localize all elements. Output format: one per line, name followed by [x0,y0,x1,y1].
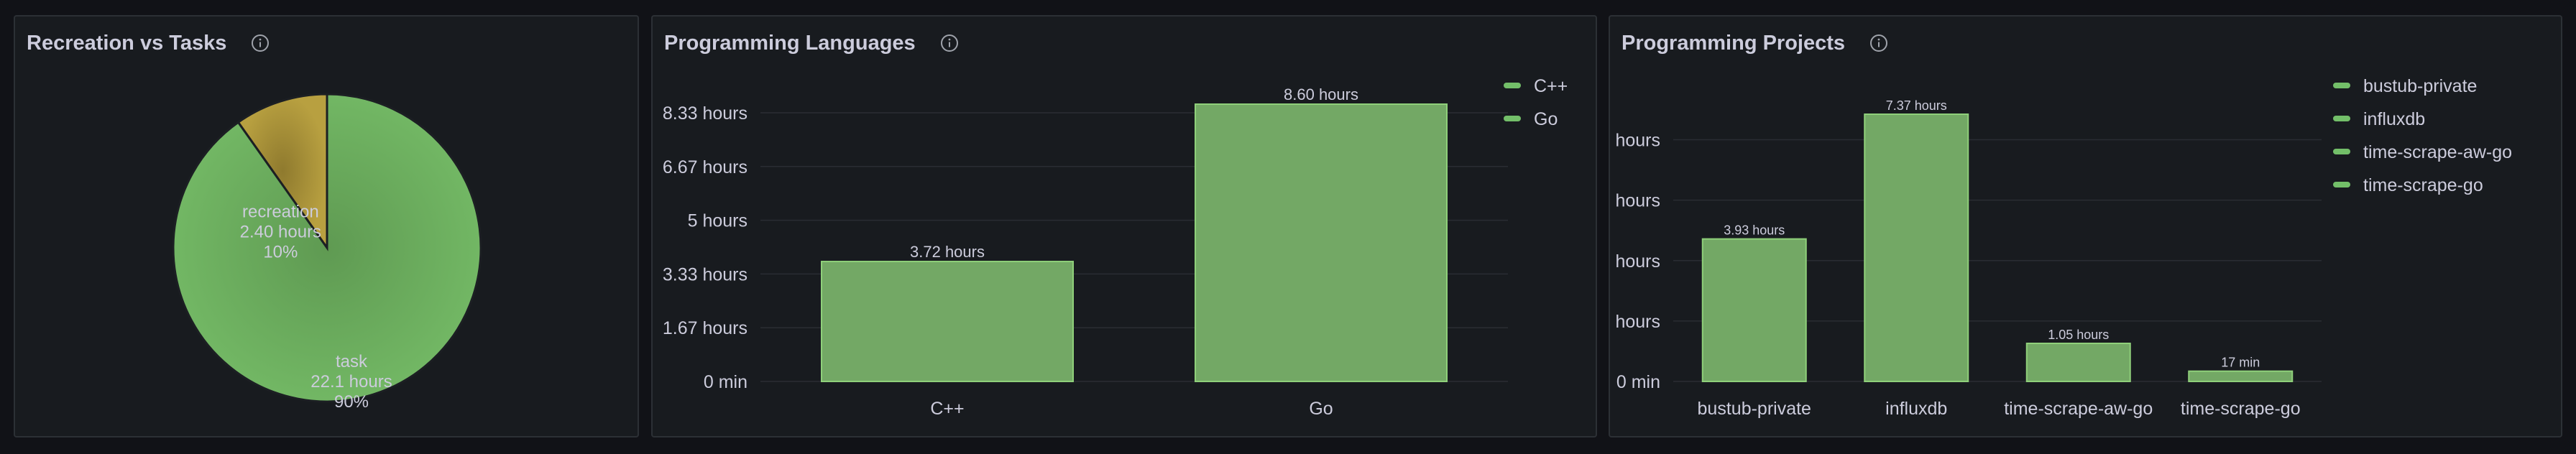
legend-swatch [2333,149,2350,154]
x-tick-label: bustub-private [1698,399,1811,419]
languages-bar-chart: 0 min 1.67 hours 3.33 hours 5 hours 6.67 hou… [663,76,1568,419]
legend-swatch [2333,116,2350,121]
legend-item-influxdb: influxdb [2363,109,2425,129]
legend-swatch [2333,83,2350,88]
legend-item-time-scrape-aw-go: time-scrape-aw-go [2363,142,2512,162]
bar-value-label: 8.60 hours [1284,85,1358,103]
bar-Go[interactable] [1195,103,1448,382]
y-tick-label: 1.67 hours [1610,312,1660,332]
pie-label-task: 22.1 hours [310,372,392,392]
legend-item-bustub-private: bustub-private [2363,76,2477,96]
projects-bar-chart: 0 min 1.67 hours 3.33 hours 5 hours 6.67 hou… [1610,76,2512,419]
pie-label-task: task [336,352,368,371]
bar-value-label: 17 min [2221,356,2260,370]
y-tick-label: 3.33 hours [1610,251,1660,272]
x-tick-label: time-scrape-go [2181,399,2301,419]
pie-slice-task[interactable] [172,93,482,403]
legend-swatch [1504,83,1521,88]
pie-label-task: 90% [334,392,369,412]
y-tick-label: 5 hours [688,211,748,231]
x-tick-label: C++ [930,399,964,419]
bar-time-scrape-go[interactable] [2188,370,2294,383]
legend-swatch [2333,182,2350,187]
y-tick-label: 3.33 hours [663,264,748,284]
bar-influxdb[interactable] [1864,114,1969,382]
y-tick-label: 1.67 hours [663,318,748,338]
x-tick-label: influxdb [1885,399,1947,419]
x-tick-label: time-scrape-aw-go [2004,399,2153,419]
legend-item-C++: C++ [1534,76,1568,96]
y-tick-label: 0 min [704,372,748,392]
bar-C++[interactable] [821,261,1074,382]
y-tick-label: 8.33 hours [663,103,748,124]
pie-chart: recreation2.40 hours10% task22.1 hours90% [172,93,482,412]
bar-value-label: 1.05 hours [2048,328,2109,342]
y-tick-label: 0 min [1616,372,1660,392]
bar-value-label: 3.93 hours [1724,223,1785,238]
bar-bustub-private[interactable] [1701,238,1807,382]
legend-swatch [1504,116,1521,121]
x-tick-label: Go [1309,399,1333,419]
legend-item-Go: Go [1534,109,1558,129]
legend-item-time-scrape-go: time-scrape-go [2363,175,2483,195]
bar-value-label: 3.72 hours [910,243,985,261]
y-tick-label: 5 hours [1610,191,1660,211]
y-tick-label: 6.67 hours [663,157,748,177]
bar-time-scrape-aw-go[interactable] [2025,343,2131,382]
programming-projects-panel: Programming Projects 0 min1.67 hours3.33… [1609,15,2562,437]
programming-languages-panel: Programming Languages 0 min 1.67 hours 3.3… [651,15,1597,437]
bar-value-label: 7.37 hours [1886,98,1947,113]
y-tick-label: 6.67 hours [1610,130,1660,150]
pie-label-recreation: 2.40 hours [240,223,321,242]
pie-label-recreation: 10% [263,243,298,262]
pie-label-recreation: recreation [242,203,319,222]
recreation-vs-tasks-panel: Recreation vs Tasks recreation 2.40 hours… [14,15,639,437]
